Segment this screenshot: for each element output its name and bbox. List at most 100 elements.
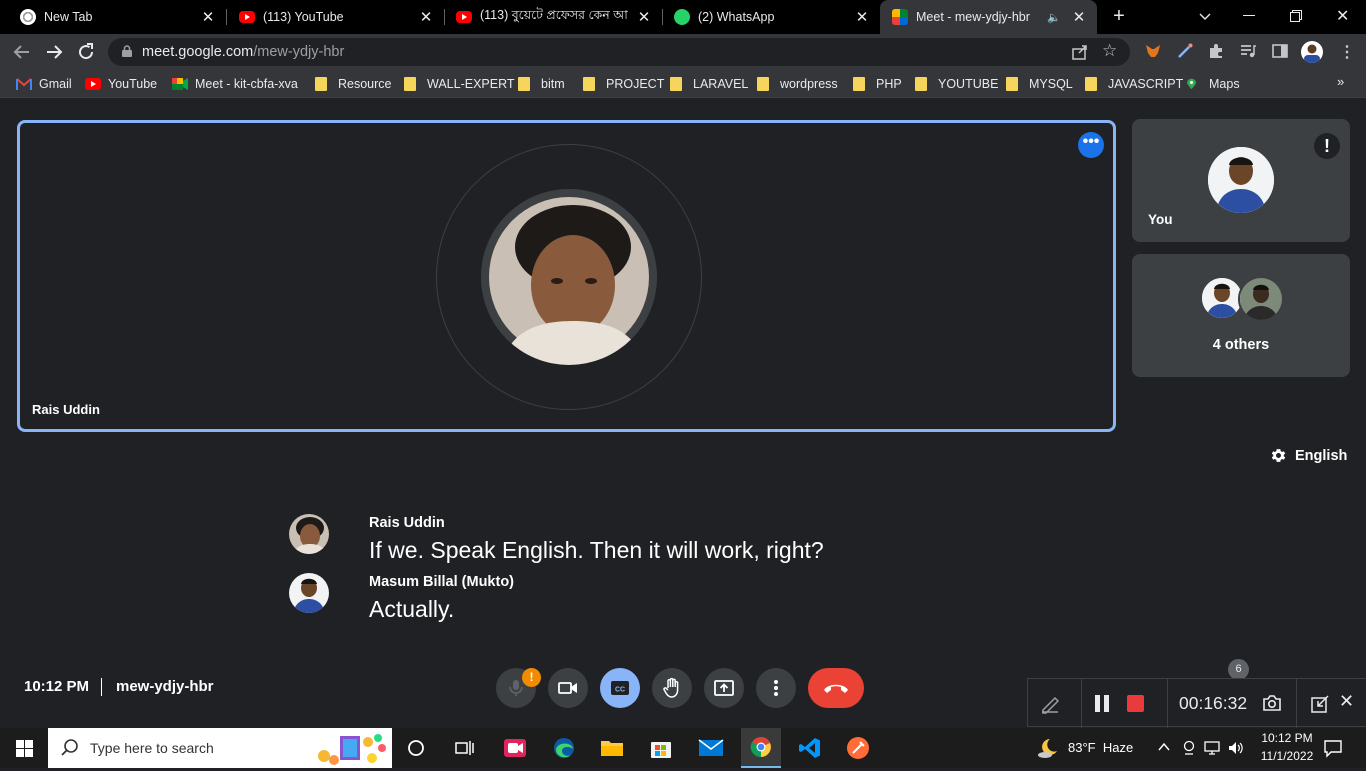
close-icon[interactable]: ✕	[852, 8, 872, 26]
address-bar[interactable]: meet.google.com/mew-ydjy-hbr ☆	[108, 38, 1130, 66]
folder-icon	[915, 77, 927, 91]
vscode-icon[interactable]	[794, 732, 826, 764]
notification-icon[interactable]	[1323, 738, 1343, 758]
recording-timer: 00:16:32	[1179, 693, 1248, 713]
pen-extension-icon[interactable]	[1175, 42, 1195, 62]
weather-moon-icon[interactable]	[1036, 736, 1060, 760]
close-icon[interactable]: ✕	[634, 8, 654, 26]
present-screen-button[interactable]	[704, 668, 744, 708]
caption-language-selector[interactable]: English	[1270, 447, 1347, 464]
main-participant-tile[interactable]: ••• Rais Uddin	[17, 120, 1116, 432]
bookmark-youtube[interactable]: YouTube	[85, 75, 157, 93]
file-explorer-icon[interactable]	[596, 732, 628, 764]
taskbar-clock-time[interactable]: 10:12 PM	[1257, 731, 1317, 745]
pause-icon[interactable]	[1094, 695, 1110, 712]
divider	[101, 678, 102, 696]
tab-title: (2) WhatsApp	[698, 10, 775, 24]
weather-widget[interactable]: 83°F Haze	[1068, 740, 1133, 755]
self-avatar	[1208, 147, 1274, 213]
new-tab-button[interactable]: +	[1109, 6, 1129, 26]
bookmark-folder-wall-expert[interactable]: WALL-EXPERT	[404, 75, 515, 93]
meet-indicator-icon[interactable]	[1182, 740, 1196, 756]
taskbar-clock-date[interactable]: 11/1/2022	[1257, 749, 1317, 763]
raise-hand-button[interactable]	[652, 668, 692, 708]
tab-meet[interactable]: Meet - mew-ydjy-hbr 🔈 ✕	[880, 0, 1097, 34]
captions-button[interactable]: CC	[600, 668, 640, 708]
share-icon[interactable]	[1070, 42, 1090, 62]
restore-button[interactable]	[1290, 9, 1302, 22]
meet-icon	[892, 9, 908, 25]
chrome-taskbar-icon[interactable]	[741, 728, 781, 768]
metamask-extension-icon[interactable]	[1143, 42, 1163, 62]
windows-start-icon[interactable]	[16, 740, 33, 757]
microsoft-store-icon[interactable]	[645, 732, 677, 764]
postman-icon[interactable]	[842, 732, 874, 764]
bookmark-label: Maps	[1209, 77, 1240, 91]
bookmark-gmail[interactable]: Gmail	[16, 75, 72, 93]
bookmark-label: PHP	[876, 77, 902, 91]
lock-icon	[122, 45, 132, 57]
bookmark-maps[interactable]: Maps	[1187, 75, 1240, 93]
bookmark-label: Gmail	[39, 77, 72, 91]
media-control-icon[interactable]	[1238, 42, 1258, 62]
bookmark-meet[interactable]: Meet - kit-cbfa-xva	[172, 75, 298, 93]
bookmark-star-icon[interactable]: ☆	[1102, 41, 1117, 61]
reload-button[interactable]	[74, 40, 98, 64]
tab-search-button[interactable]	[1196, 8, 1214, 26]
main-participant-name: Rais Uddin	[32, 402, 100, 417]
camera-snapshot-icon[interactable]	[1262, 694, 1282, 712]
bookmark-folder-bitm[interactable]: bitm	[518, 75, 565, 93]
bookmark-folder-project[interactable]: PROJECT	[583, 75, 664, 93]
bookmark-folder-mysql[interactable]: MYSQL	[1006, 75, 1073, 93]
close-icon[interactable]: ✕	[1069, 8, 1089, 26]
mail-icon[interactable]	[695, 732, 727, 764]
bookmark-label: WALL-EXPERT	[427, 77, 515, 91]
bookmark-folder-javascript[interactable]: JAVASCRIPT	[1085, 75, 1183, 93]
close-icon[interactable]: ✕	[198, 8, 218, 26]
search-icon	[61, 739, 78, 756]
alert-icon[interactable]: !	[1314, 133, 1340, 159]
taskbar-search-box[interactable]: Type here to search	[48, 728, 392, 768]
search-placeholder: Type here to search	[90, 740, 214, 756]
more-options-button[interactable]	[756, 668, 796, 708]
window-close-button[interactable]: ✕	[1336, 6, 1349, 26]
tab-youtube[interactable]: (113) YouTube ✕	[226, 0, 444, 34]
bookmark-folder-php[interactable]: PHP	[853, 75, 902, 93]
stop-record-icon[interactable]	[1127, 695, 1144, 712]
speaker-icon[interactable]: 🔈	[1047, 11, 1061, 24]
camera-button[interactable]	[548, 668, 588, 708]
cortana-icon[interactable]	[400, 732, 432, 764]
bookmarks-bar: Gmail YouTube Meet - kit-cbfa-xva Resour…	[0, 70, 1366, 98]
extensions-puzzle-icon[interactable]	[1206, 42, 1226, 62]
others-tile[interactable]: 4 others	[1132, 254, 1350, 377]
close-icon[interactable]: ✕	[416, 8, 436, 26]
screen-recorder-app-icon[interactable]	[499, 732, 531, 764]
bookmark-folder-resource[interactable]: Resource	[315, 75, 392, 93]
edge-icon[interactable]	[548, 732, 580, 764]
minimize-recorder-icon[interactable]	[1310, 694, 1330, 714]
bookmark-folder-wordpress[interactable]: wordpress	[757, 75, 838, 93]
leave-call-button[interactable]	[808, 668, 864, 708]
volume-icon[interactable]	[1228, 740, 1244, 756]
bookmark-folder-laravel[interactable]: LARAVEL	[670, 75, 748, 93]
side-panel-icon[interactable]	[1270, 42, 1290, 62]
self-view-tile[interactable]: ! You	[1132, 119, 1350, 242]
tab-youtube-video[interactable]: (113) বুয়েটে প্রফেসর কেন আ ✕	[444, 0, 662, 34]
bookmark-folder-youtube[interactable]: YOUTUBE	[915, 75, 998, 93]
profile-avatar[interactable]	[1301, 41, 1323, 63]
chevron-up-icon[interactable]	[1157, 740, 1171, 754]
minimize-button[interactable]	[1243, 15, 1255, 16]
more-bookmarks-icon[interactable]: »	[1337, 74, 1344, 89]
task-view-icon[interactable]	[448, 732, 480, 764]
pen-icon[interactable]	[1039, 692, 1061, 714]
network-icon[interactable]	[1203, 740, 1221, 756]
close-recorder-icon[interactable]: ✕	[1339, 691, 1354, 712]
back-button[interactable]	[10, 40, 34, 64]
tab-whatsapp[interactable]: (2) WhatsApp ✕	[662, 0, 880, 34]
tile-more-options-button[interactable]: •••	[1078, 132, 1104, 158]
chrome-menu-button[interactable]: ⋮	[1339, 42, 1355, 62]
tab-new-tab[interactable]: New Tab ✕	[0, 0, 226, 34]
folder-icon	[1085, 77, 1097, 91]
forward-button[interactable]	[42, 40, 66, 64]
caption-language-label: English	[1295, 447, 1348, 464]
